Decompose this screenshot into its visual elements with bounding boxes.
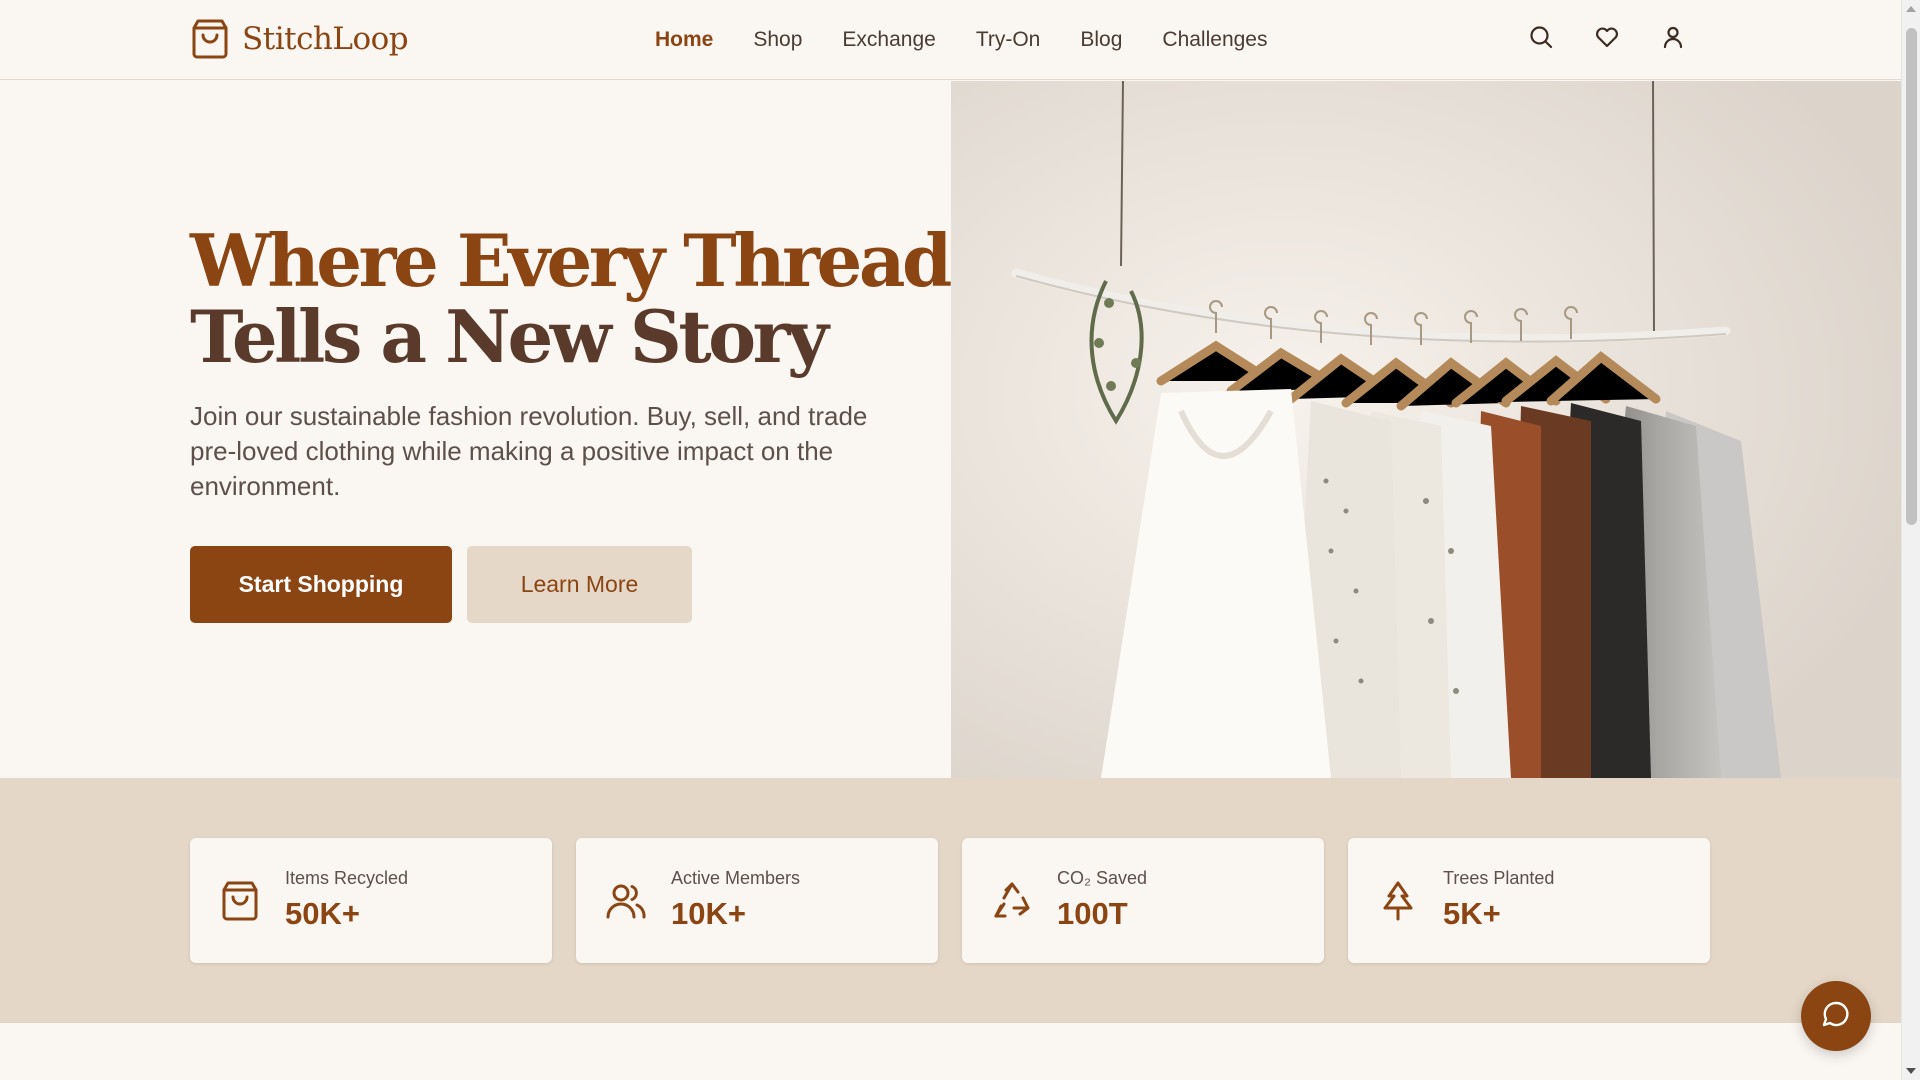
user-icon[interactable]: [1660, 24, 1686, 50]
nav-try-on[interactable]: Try-On: [976, 28, 1041, 52]
nav-home[interactable]: Home: [655, 28, 713, 52]
brand-name: StitchLoop: [242, 21, 409, 57]
nav-shop[interactable]: Shop: [753, 28, 802, 52]
nav-blog[interactable]: Blog: [1080, 28, 1122, 52]
hero-buttons: Start Shopping Learn More: [190, 546, 910, 623]
hero-title-line2: Tells a New Story: [190, 294, 829, 379]
shopping-bag-icon: [220, 880, 260, 922]
stat-card-trees-planted: Trees Planted 5K+: [1348, 838, 1710, 963]
brand[interactable]: StitchLoop: [190, 18, 409, 60]
main-nav: Home Shop Exchange Try-On Blog Challenge…: [655, 0, 1267, 80]
site-header: StitchLoop Home Shop Exchange Try-On Blo…: [0, 0, 1901, 80]
next-section: [0, 1023, 1901, 1080]
start-shopping-button[interactable]: Start Shopping: [190, 546, 452, 623]
stat-label: Items Recycled: [285, 868, 409, 888]
stat-label: CO₂ Saved: [1057, 868, 1148, 888]
hero-title: Where Every Thread Tells a New Story: [190, 218, 952, 379]
nav-exchange[interactable]: Exchange: [842, 28, 935, 52]
stat-value: 100T: [1057, 896, 1128, 931]
header-actions: [1528, 24, 1686, 50]
stat-value: 50K+: [285, 896, 360, 931]
page-scrollbar[interactable]: [1901, 0, 1920, 1080]
chat-bubble-icon: [1821, 999, 1851, 1033]
stat-card-active-members: Active Members 10K+: [576, 838, 938, 963]
stat-value: 10K+: [671, 896, 746, 931]
recycle-icon: [992, 880, 1032, 922]
nav-challenges[interactable]: Challenges: [1162, 28, 1267, 52]
scroll-thumb[interactable]: [1906, 28, 1917, 525]
stats-section: Items Recycled 50K+ Active Members 10K+ …: [0, 778, 1901, 1023]
heart-icon[interactable]: [1594, 24, 1620, 50]
shopping-bag-icon: [190, 18, 230, 60]
hero-title-line1: Where Every Thread: [190, 218, 952, 303]
scroll-down-arrow[interactable]: [1906, 1068, 1916, 1074]
clothes-rack-photo: [951, 81, 1901, 778]
stat-label: Trees Planted: [1443, 868, 1555, 888]
users-icon: [606, 880, 646, 922]
learn-more-button[interactable]: Learn More: [467, 546, 692, 623]
stat-card-items-recycled: Items Recycled 50K+: [190, 838, 552, 963]
chat-button[interactable]: [1801, 981, 1871, 1051]
stat-value: 5K+: [1443, 896, 1501, 931]
stat-card-co2-saved: CO₂ Saved 100T: [962, 838, 1324, 963]
hero-content: Where Every Thread Tells a New Story Joi…: [190, 218, 952, 623]
hero-section: Where Every Thread Tells a New Story Joi…: [0, 81, 1901, 778]
stat-label: Active Members: [671, 868, 801, 888]
hero-subtitle: Join our sustainable fashion revolution.…: [190, 401, 868, 501]
scroll-up-arrow[interactable]: [1906, 6, 1916, 12]
search-icon[interactable]: [1528, 24, 1554, 50]
tree-icon: [1378, 880, 1418, 922]
